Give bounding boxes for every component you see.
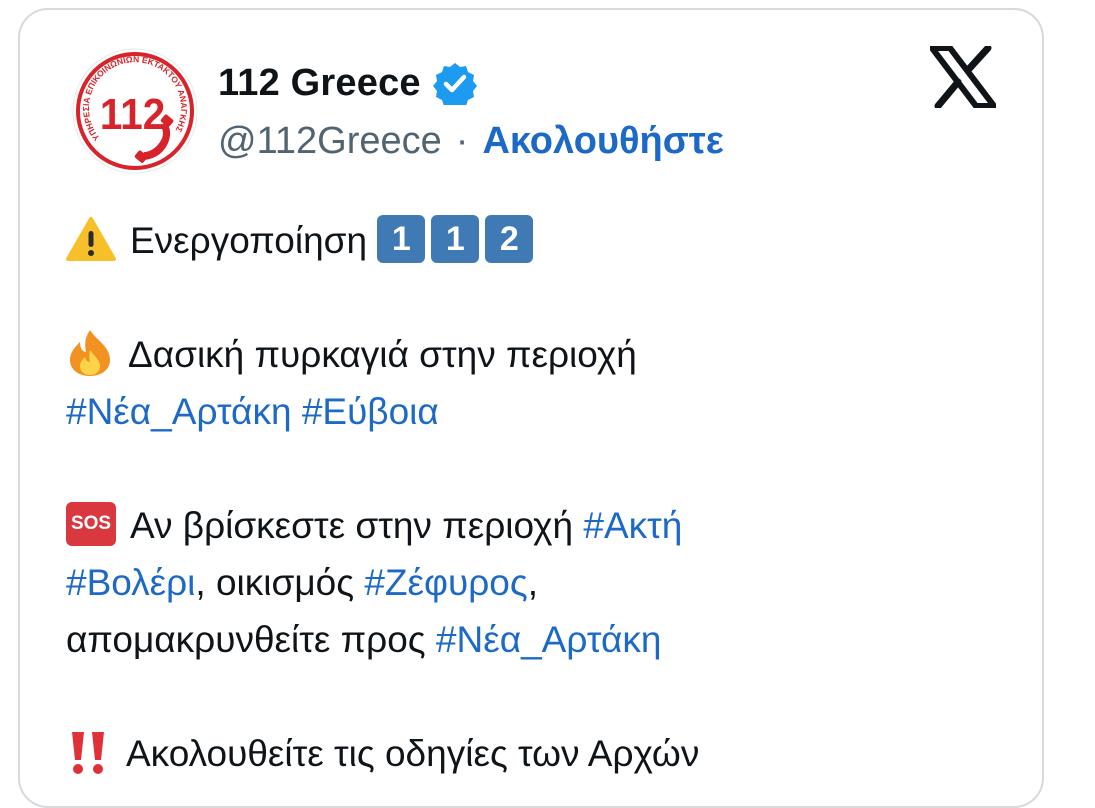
fire-icon — [70, 330, 110, 377]
activation-text: Ενεργοποίηση — [130, 220, 368, 261]
warning-icon — [66, 217, 116, 262]
post-line-activation: Ενεργοποίηση 112 — [66, 212, 1026, 269]
hashtag-link[interactable]: #Νέα_Αρτάκη — [436, 619, 662, 660]
x-logo-icon[interactable] — [930, 46, 996, 108]
evacuation-text: Αν βρίσκεστε στην περιοχή — [130, 505, 574, 546]
post-line-fire: Δασική πυρκαγιά στην περιοχή #Νέα_Αρτάκη… — [66, 326, 1026, 440]
post-body: Ενεργοποίηση 112 Δασική πυρκαγιά στην πε… — [66, 212, 1026, 782]
avatar-number: 112 — [100, 89, 165, 138]
keycap-digit: 2 — [485, 215, 534, 264]
keycap-digit: 1 — [431, 215, 480, 264]
post-line-evacuation: SOS Αν βρίσκεστε στην περιοχή #Ακτή #Βολέ… — [66, 497, 1026, 668]
account-display-name[interactable]: 112 Greece — [218, 62, 421, 105]
post-line-instructions: Ακολουθείτε τις οδηγίες των Αρχών — [66, 725, 1026, 782]
follow-button[interactable]: Ακολουθήστε — [482, 120, 723, 163]
evacuation-text: , οικισμός — [195, 562, 355, 603]
separator-dot: · — [455, 119, 469, 162]
avatar[interactable]: ΥΠΗΡΕΣΙΑ ΕΠΙΚΟΙΝΩΝΙΩΝ ΕΚΤΑΚΤΟΥ ΑΝΑΓΚΗΣ 1… — [70, 46, 200, 176]
double-exclamation-icon — [72, 732, 104, 775]
hashtag-link[interactable]: #Εύβοια — [302, 391, 439, 432]
hashtag-link[interactable]: #Βολέρι — [66, 562, 195, 603]
verified-badge-icon — [432, 63, 477, 105]
hashtag-link[interactable]: #Ζέφυρος — [364, 562, 527, 603]
evacuation-text: , — [527, 562, 538, 603]
hashtag-link[interactable]: #Ακτή — [583, 505, 682, 546]
fire-text: Δασική πυρκαγιά στην περιοχή — [128, 334, 637, 375]
hashtag-link[interactable]: #Νέα_Αρτάκη — [66, 391, 292, 432]
account-handle[interactable]: @112Greece — [218, 120, 442, 163]
instructions-text: Ακολουθείτε τις οδηγίες των Αρχών — [126, 733, 700, 774]
sos-icon: SOS — [66, 502, 116, 547]
keycap-digit: 1 — [377, 215, 426, 264]
evacuation-text: απομακρυνθείτε προς — [66, 619, 426, 660]
